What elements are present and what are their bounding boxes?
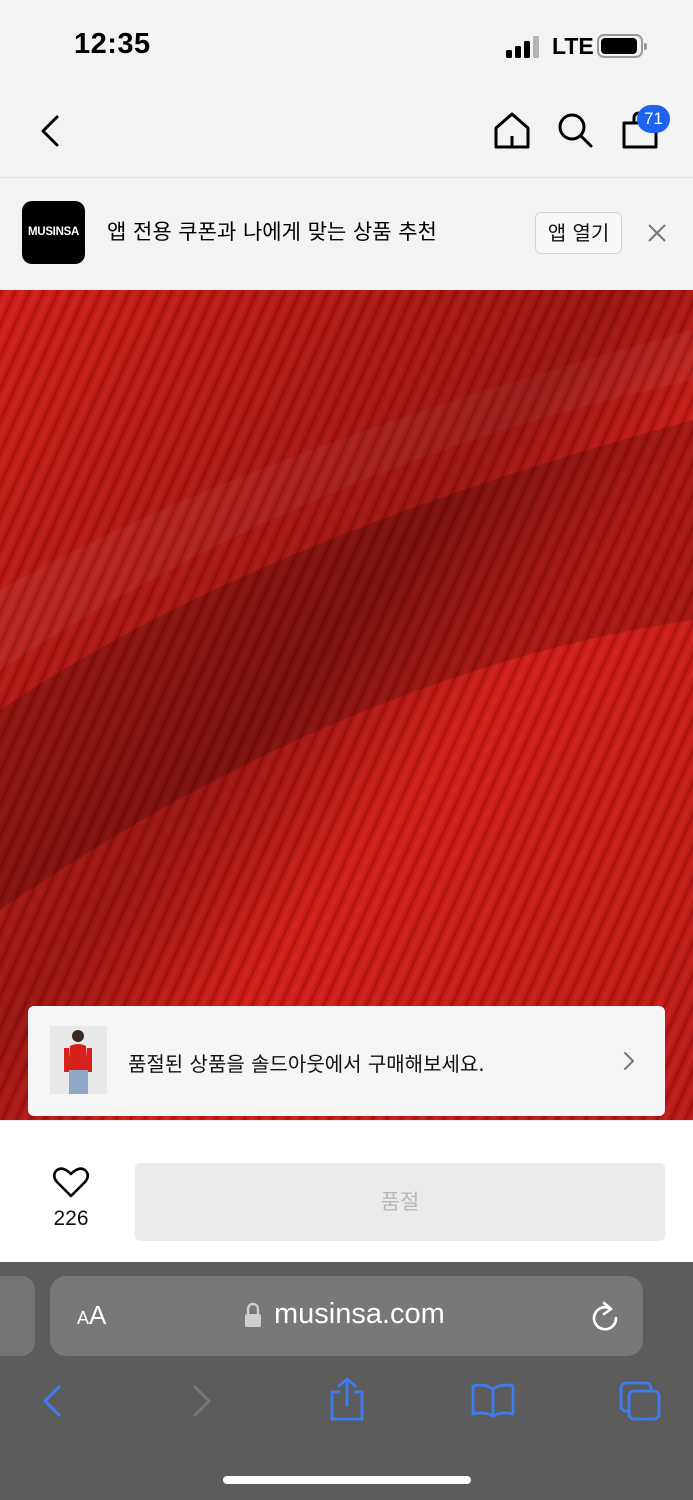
lock-icon — [245, 1302, 261, 1327]
battery-icon — [597, 34, 647, 58]
tabs-icon[interactable] — [618, 1380, 662, 1422]
url-text: musinsa.com — [274, 1298, 445, 1330]
back-icon[interactable] — [38, 114, 62, 148]
signal-icon — [506, 36, 542, 58]
like-button[interactable]: 226 — [40, 1165, 102, 1235]
like-count: 226 — [53, 1207, 89, 1230]
close-icon[interactable] — [646, 222, 668, 244]
soldout-promo-card[interactable]: 품절된 상품을 솔드아웃에서 구매해보세요. — [28, 1006, 665, 1116]
share-icon[interactable] — [328, 1376, 366, 1422]
soldout-promo-text: 품절된 상품을 솔드아웃에서 구매해보세요. — [128, 1052, 485, 1076]
address-bar[interactable]: AA musinsa.com — [50, 1276, 643, 1356]
reload-icon[interactable] — [590, 1300, 620, 1334]
app-install-banner: MUSINSA 앱 전용 쿠폰과 나에게 맞는 상품 추천 앱 열기 — [0, 178, 693, 290]
home-icon[interactable] — [492, 110, 532, 150]
bookmarks-icon[interactable] — [470, 1382, 516, 1418]
previous-tab-preview[interactable] — [0, 1276, 35, 1356]
text-size-button[interactable]: AA — [77, 1300, 106, 1331]
status-bar: 12:35 LTE — [0, 0, 693, 90]
status-time: 12:35 — [74, 28, 151, 60]
musinsa-logo: MUSINSA — [22, 201, 85, 264]
search-icon[interactable] — [556, 111, 594, 149]
cart-count-badge: 71 — [637, 105, 670, 133]
knit-fabric-image — [0, 290, 693, 1120]
heart-icon — [52, 1167, 90, 1198]
product-thumbnail — [50, 1026, 107, 1094]
browser-toolbar: AA musinsa.com — [0, 1262, 693, 1500]
open-app-button[interactable]: 앱 열기 — [535, 212, 622, 254]
chevron-right-icon — [624, 1052, 634, 1070]
home-indicator — [223, 1476, 471, 1484]
network-label: LTE — [552, 33, 594, 59]
browser-forward-icon[interactable] — [190, 1384, 214, 1418]
banner-text: 앱 전용 쿠폰과 나에게 맞는 상품 추천 — [107, 220, 437, 244]
product-image[interactable] — [0, 290, 693, 1120]
purchase-bar: 226 품절 — [0, 1120, 693, 1262]
soldout-button[interactable]: 품절 — [135, 1163, 665, 1241]
browser-back-icon[interactable] — [40, 1384, 64, 1418]
